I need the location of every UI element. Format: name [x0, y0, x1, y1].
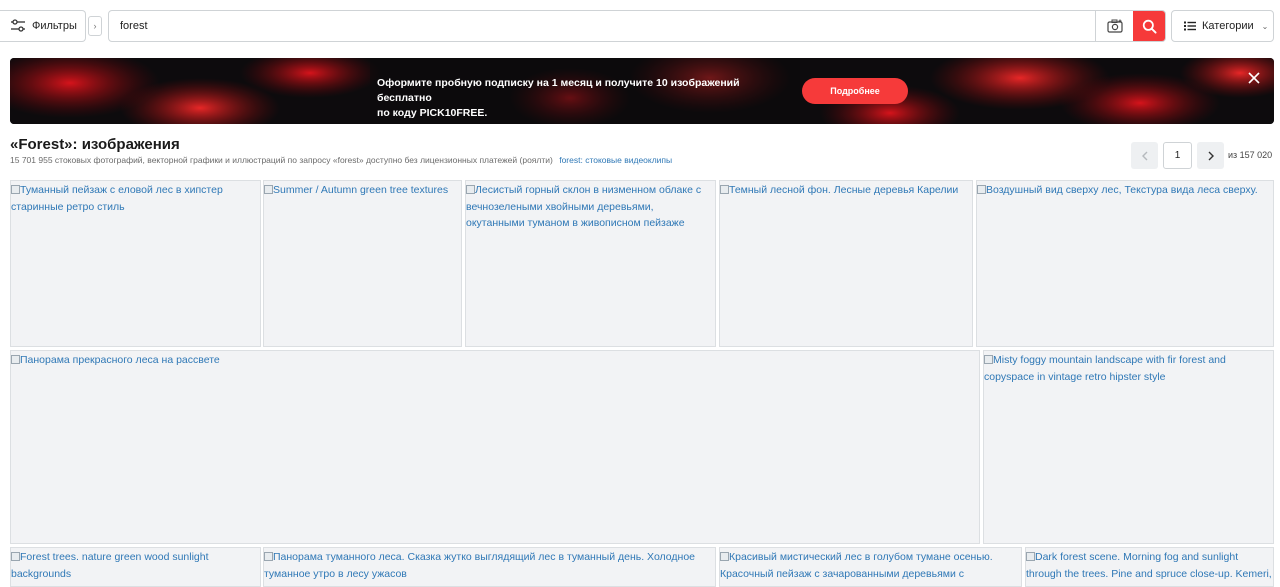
banner-details-button[interactable]: Подробнее [802, 78, 908, 104]
image-tile[interactable]: Панорама туманного леса. Сказка жутко вы… [263, 547, 716, 587]
banner-close-button[interactable] [1246, 70, 1262, 86]
image-tile[interactable]: Dark forest scene. Morning fog and sunli… [1025, 547, 1274, 587]
image-alt-text: Туманный пейзаж с еловой лес в хипстер с… [11, 184, 223, 213]
camera-icon [1106, 19, 1123, 33]
broken-image-icon [466, 185, 475, 194]
search-icon [1142, 19, 1157, 34]
top-bar: Фильтры › Категории ⌄ [0, 0, 1280, 52]
page-number-input[interactable] [1163, 142, 1192, 169]
video-clips-link[interactable]: forest: стоковые видеоклипы [559, 155, 672, 165]
banner-text-line1: Оформите пробную подписку на 1 месяц и п… [377, 77, 740, 104]
filters-label: Фильтры [32, 20, 77, 32]
image-alt-text: Темный лесной фон. Лесные деревья Карели… [729, 184, 959, 196]
image-alt-text: Summer / Autumn green tree textures [273, 184, 449, 196]
broken-image-icon [264, 185, 273, 194]
image-tile[interactable]: Forest trees. nature green wood sunlight… [10, 547, 261, 587]
image-tile[interactable]: Темный лесной фон. Лесные деревья Карели… [719, 180, 973, 347]
broken-image-icon [1026, 552, 1035, 561]
chevron-right-icon [1208, 151, 1214, 160]
image-tile[interactable]: Лесистый горный склон в низменном облаке… [465, 180, 716, 347]
image-alt-text: Dark forest scene. Morning fog and sunli… [1026, 551, 1272, 580]
filters-icon [11, 19, 25, 32]
broken-image-icon [720, 552, 729, 561]
promo-banner: Оформите пробную подписку на 1 месяц и п… [10, 58, 1274, 124]
image-tile[interactable]: Туманный пейзаж с еловой лес в хипстер с… [10, 180, 261, 347]
image-alt-text: Панорама туманного леса. Сказка жутко вы… [264, 551, 696, 580]
filters-button[interactable]: Фильтры [0, 10, 86, 42]
results-subtitle: 15 701 955 стоковых фотографий, векторно… [10, 155, 672, 165]
banner-text: Оформите пробную подписку на 1 месяц и п… [377, 76, 797, 121]
image-tile[interactable]: Misty foggy mountain landscape with fir … [983, 350, 1274, 544]
broken-image-icon [720, 185, 729, 194]
image-tile[interactable]: Воздушный вид сверху лес, Текстура вида … [976, 180, 1274, 347]
categories-label: Категории [1202, 20, 1254, 32]
image-alt-text: Панорама прекрасного леса на рассвете [20, 354, 220, 366]
search-box [108, 10, 1166, 42]
image-tile[interactable]: Summer / Autumn green tree textures [263, 180, 462, 347]
broken-image-icon [977, 185, 986, 194]
image-alt-text: Misty foggy mountain landscape with fir … [984, 354, 1226, 383]
image-tile[interactable]: Красивый мистический лес в голубом туман… [719, 547, 1022, 587]
page-title: «Forest»: изображения [10, 136, 180, 153]
previous-page-button[interactable] [1131, 142, 1158, 169]
close-icon [1248, 72, 1260, 84]
image-alt-text: Лесистый горный склон в низменном облаке… [466, 184, 702, 229]
next-page-button[interactable] [1197, 142, 1224, 169]
broken-image-icon [11, 355, 20, 364]
image-search-button[interactable] [1095, 11, 1133, 41]
results-count-text: 15 701 955 стоковых фотографий, векторно… [10, 155, 553, 165]
broken-image-icon [264, 552, 273, 561]
search-button[interactable] [1133, 11, 1165, 41]
page-total: из 157 020 [1228, 150, 1273, 160]
image-alt-text: Красивый мистический лес в голубом туман… [720, 551, 993, 580]
chevron-left-icon [1141, 151, 1147, 160]
search-input[interactable] [109, 11, 1094, 41]
banner-text-line2: по коду PICK10FREE. [377, 107, 488, 119]
list-icon [1184, 21, 1196, 31]
broken-image-icon [11, 185, 20, 194]
categories-button[interactable]: Категории ⌄ [1171, 10, 1274, 42]
image-tile[interactable]: Панорама прекрасного леса на рассвете [10, 350, 980, 544]
broken-image-icon [11, 552, 20, 561]
image-alt-text: Forest trees. nature green wood sunlight… [11, 551, 209, 580]
broken-image-icon [984, 355, 993, 364]
image-alt-text: Воздушный вид сверху лес, Текстура вида … [986, 184, 1258, 196]
filters-toggle-arrow[interactable]: › [88, 16, 102, 36]
chevron-down-icon: ⌄ [1261, 21, 1269, 31]
